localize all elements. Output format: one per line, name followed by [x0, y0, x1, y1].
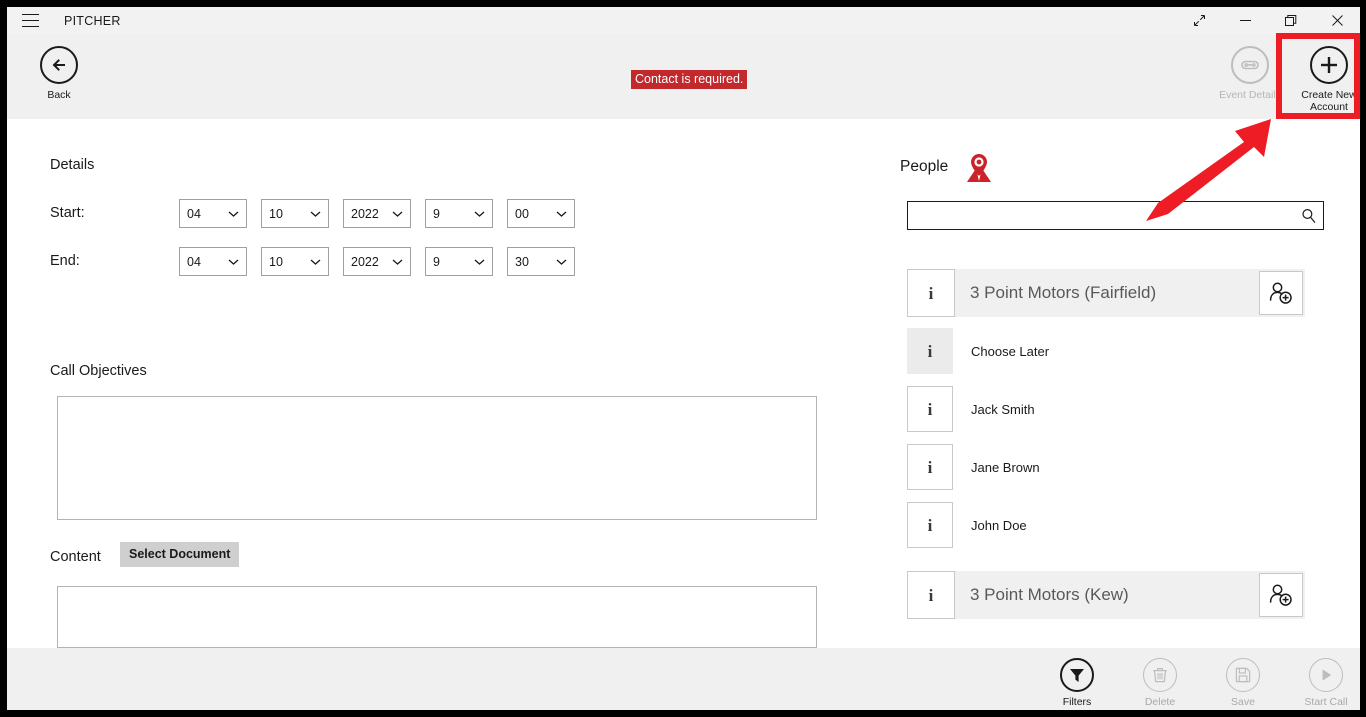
plus-icon	[1310, 46, 1348, 84]
chevron-down-icon	[556, 210, 567, 217]
select-document-button[interactable]: Select Document	[120, 542, 239, 567]
info-icon[interactable]: i	[907, 571, 955, 619]
account-name: 3 Point Motors (Fairfield)	[955, 283, 1259, 303]
person-name: Choose Later	[953, 344, 1049, 359]
list-item-account[interactable]: i 3 Point Motors (Kew)	[907, 571, 1305, 619]
chevron-down-icon	[310, 258, 321, 265]
back-button[interactable]: Back	[22, 46, 96, 101]
call-objectives-title: Call Objectives	[50, 363, 147, 379]
search-icon[interactable]	[1295, 208, 1323, 224]
filters-button[interactable]: Filters	[1039, 658, 1115, 708]
end-label: End:	[50, 253, 80, 269]
play-icon	[1309, 658, 1343, 692]
app-window: PITCHER	[7, 7, 1360, 710]
start-call-button[interactable]: Start Call	[1288, 658, 1360, 708]
save-button[interactable]: Save	[1205, 658, 1281, 708]
link-chain-icon	[1231, 46, 1269, 84]
map-pin-icon	[962, 152, 996, 189]
chevron-down-icon	[392, 210, 403, 217]
end-year-dropdown[interactable]: 2022	[343, 247, 411, 276]
event-details-label: Event Details	[1219, 89, 1281, 101]
person-name: Jack Smith	[953, 402, 1035, 417]
account-name: 3 Point Motors (Kew)	[955, 585, 1259, 605]
funnel-icon	[1060, 658, 1094, 692]
back-arrow-icon	[40, 46, 78, 84]
start-label: Start:	[50, 205, 85, 221]
trash-icon	[1143, 658, 1177, 692]
people-search-input[interactable]	[908, 202, 1295, 229]
add-person-icon[interactable]	[1259, 271, 1303, 315]
start-datetime-row: 04 10 2022	[179, 199, 589, 228]
error-banner: Contact is required.	[631, 70, 747, 89]
save-label: Save	[1231, 696, 1255, 708]
delete-label: Delete	[1145, 696, 1175, 708]
start-day-dropdown[interactable]: 10	[261, 199, 329, 228]
main-content: Details Start: 04 10 2022	[7, 119, 1360, 648]
create-account-label-line2: Account	[1301, 101, 1356, 113]
start-minute-dropdown[interactable]: 00	[507, 199, 575, 228]
chevron-down-icon	[474, 210, 485, 217]
person-name: Jane Brown	[953, 460, 1040, 475]
person-name: John Doe	[953, 518, 1027, 533]
chevron-down-icon	[556, 258, 567, 265]
minimize-icon[interactable]	[1222, 7, 1268, 34]
chevron-down-icon	[474, 258, 485, 265]
ribbon-toolbar: Back Event Details Create N	[7, 34, 1360, 119]
end-day-dropdown[interactable]: 10	[261, 247, 329, 276]
delete-button[interactable]: Delete	[1122, 658, 1198, 708]
list-item-person[interactable]: i Choose Later	[907, 327, 1317, 375]
content-title: Content	[50, 549, 101, 565]
create-new-account-button[interactable]: Create New Account	[1295, 46, 1360, 113]
chevron-down-icon	[228, 210, 239, 217]
content-input[interactable]	[57, 586, 817, 648]
end-minute-dropdown[interactable]: 30	[507, 247, 575, 276]
people-list: i 3 Point Motors (Fairfield)	[907, 269, 1317, 619]
call-objectives-input[interactable]	[57, 396, 817, 520]
start-month-dropdown[interactable]: 04	[179, 199, 247, 228]
chevron-down-icon	[392, 258, 403, 265]
end-datetime-row: 04 10 2022	[179, 247, 589, 276]
list-item-person[interactable]: i Jane Brown	[907, 443, 1317, 491]
create-account-label-line1: Create New	[1301, 89, 1356, 101]
chevron-down-icon	[228, 258, 239, 265]
back-label: Back	[47, 89, 70, 101]
filters-label: Filters	[1063, 696, 1092, 708]
details-section-title: Details	[50, 157, 94, 173]
chevron-down-icon	[310, 210, 321, 217]
window-controls	[1176, 7, 1360, 34]
title-bar: PITCHER	[7, 7, 1360, 34]
app-title: PITCHER	[64, 14, 121, 28]
start-call-label: Start Call	[1304, 696, 1347, 708]
end-hour-dropdown[interactable]: 9	[425, 247, 493, 276]
people-search-box[interactable]	[907, 201, 1324, 230]
info-icon[interactable]: i	[907, 328, 953, 374]
start-hour-dropdown[interactable]: 9	[425, 199, 493, 228]
hamburger-menu-icon[interactable]	[7, 7, 53, 34]
info-icon[interactable]: i	[907, 269, 955, 317]
list-item-person[interactable]: i Jack Smith	[907, 385, 1317, 433]
info-icon[interactable]: i	[907, 444, 953, 490]
info-icon[interactable]: i	[907, 502, 953, 548]
restore-expand-icon[interactable]	[1176, 7, 1222, 34]
end-month-dropdown[interactable]: 04	[179, 247, 247, 276]
add-person-icon[interactable]	[1259, 573, 1303, 617]
floppy-disk-icon	[1226, 658, 1260, 692]
close-icon[interactable]	[1314, 7, 1360, 34]
info-icon[interactable]: i	[907, 386, 953, 432]
people-title: People	[900, 158, 948, 176]
event-details-button[interactable]: Event Details	[1212, 46, 1288, 101]
bottom-toolbar: Filters Delete	[7, 648, 1360, 710]
list-item-person[interactable]: i John Doe	[907, 501, 1317, 549]
start-year-dropdown[interactable]: 2022	[343, 199, 411, 228]
list-item-account[interactable]: i 3 Point Motors (Fairfield)	[907, 269, 1305, 317]
maximize-restore-icon[interactable]	[1268, 7, 1314, 34]
